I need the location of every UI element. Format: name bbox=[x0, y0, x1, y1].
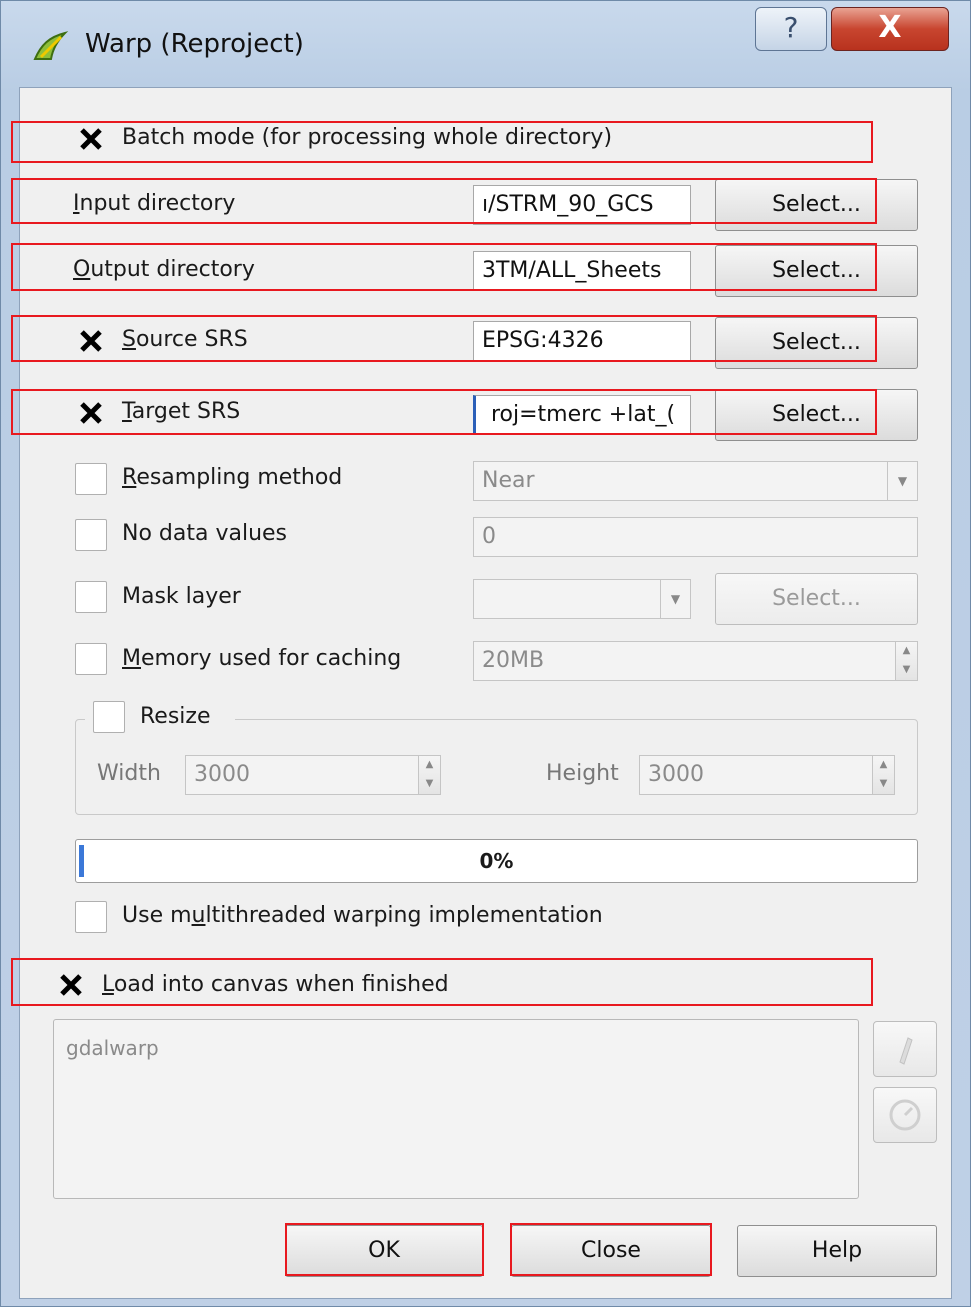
nodata-field[interactable]: 0 bbox=[473, 517, 918, 557]
target-srs-select-button[interactable]: Select... bbox=[715, 389, 918, 441]
memory-spinbox[interactable]: 20MB ▲ ▼ bbox=[473, 641, 918, 681]
source-srs-label: Source SRS bbox=[122, 327, 248, 352]
multithread-checkbox[interactable] bbox=[75, 901, 107, 933]
batch-mode-checkbox[interactable] bbox=[75, 123, 107, 155]
mask-layer-label: Mask layer bbox=[122, 584, 241, 609]
memory-label: Memory used for caching bbox=[122, 646, 402, 671]
output-directory-select-button[interactable]: Select... bbox=[715, 245, 918, 297]
progress-text: 0% bbox=[479, 849, 514, 873]
resampling-label: Resampling method bbox=[122, 465, 343, 490]
chevron-down-icon: ▼ bbox=[660, 580, 690, 618]
resize-checkbox[interactable] bbox=[93, 701, 125, 733]
progress-fill bbox=[79, 845, 84, 877]
height-label: Height bbox=[546, 761, 619, 786]
mask-layer-select-button[interactable]: Select... bbox=[715, 573, 918, 625]
warp-dialog: Warp (Reproject) ? X Batch mode (for pro… bbox=[0, 0, 971, 1307]
window-close-button[interactable]: X bbox=[831, 7, 949, 51]
source-srs-field[interactable]: EPSG:4326 bbox=[473, 321, 691, 361]
chevron-down-icon: ▼ bbox=[887, 462, 917, 500]
resampling-checkbox[interactable] bbox=[75, 463, 107, 495]
reset-command-button[interactable] bbox=[873, 1087, 937, 1143]
source-srs-checkbox[interactable] bbox=[75, 325, 107, 357]
target-srs-checkbox[interactable] bbox=[75, 397, 107, 429]
width-value: 3000 bbox=[194, 762, 250, 787]
width-spinbox[interactable]: 3000 ▲ ▼ bbox=[185, 755, 441, 795]
target-srs-label: Target SRS bbox=[122, 399, 241, 424]
input-directory-label: Input directory bbox=[73, 191, 236, 216]
memory-value: 20MB bbox=[482, 648, 545, 673]
batch-mode-label: Batch mode (for processing whole directo… bbox=[122, 125, 613, 150]
load-canvas-checkbox[interactable] bbox=[55, 969, 87, 1001]
resampling-select[interactable]: Near ▼ bbox=[473, 461, 918, 501]
nodata-label: No data values bbox=[122, 521, 288, 546]
help-button[interactable]: Help bbox=[737, 1225, 937, 1277]
input-directory-field[interactable]: ı/STRM_90_GCS bbox=[473, 185, 691, 225]
width-label: Width bbox=[97, 761, 161, 786]
target-srs-field[interactable]: roj=tmerc +lat_( bbox=[473, 395, 691, 435]
window-title: Warp (Reproject) bbox=[85, 29, 304, 59]
height-spinbox[interactable]: 3000 ▲ ▼ bbox=[639, 755, 895, 795]
progress-bar: 0% bbox=[75, 839, 918, 883]
ok-button[interactable]: OK bbox=[285, 1225, 483, 1277]
width-spin-buttons[interactable]: ▲ ▼ bbox=[418, 756, 440, 794]
multithread-label: Use multithreaded warping implementation bbox=[122, 903, 603, 928]
memory-checkbox[interactable] bbox=[75, 643, 107, 675]
mask-layer-select[interactable]: ▼ bbox=[473, 579, 691, 619]
close-button[interactable]: Close bbox=[511, 1225, 711, 1277]
mask-layer-checkbox[interactable] bbox=[75, 581, 107, 613]
qgis-warp-icon bbox=[31, 29, 71, 63]
nodata-checkbox[interactable] bbox=[75, 519, 107, 551]
source-srs-select-button[interactable]: Select... bbox=[715, 317, 918, 369]
pencil-icon bbox=[874, 1037, 936, 1080]
height-spin-buttons[interactable]: ▲ ▼ bbox=[872, 756, 894, 794]
output-directory-label: Output directory bbox=[73, 257, 255, 282]
reset-icon bbox=[874, 1099, 936, 1146]
height-value: 3000 bbox=[648, 762, 704, 787]
edit-command-button[interactable] bbox=[873, 1021, 937, 1077]
input-directory-select-button[interactable]: Select... bbox=[715, 179, 918, 231]
output-directory-field[interactable]: 3TM/ALL_Sheets bbox=[473, 251, 691, 291]
memory-spin-buttons[interactable]: ▲ ▼ bbox=[895, 642, 917, 680]
command-textarea[interactable]: gdalwarp bbox=[53, 1019, 859, 1199]
context-help-button[interactable]: ? bbox=[755, 7, 827, 51]
title-bar: Warp (Reproject) ? X bbox=[1, 1, 970, 86]
resize-label: Resize bbox=[140, 704, 211, 729]
load-canvas-label: Load into canvas when finished bbox=[102, 972, 449, 997]
resampling-value: Near bbox=[482, 468, 535, 493]
